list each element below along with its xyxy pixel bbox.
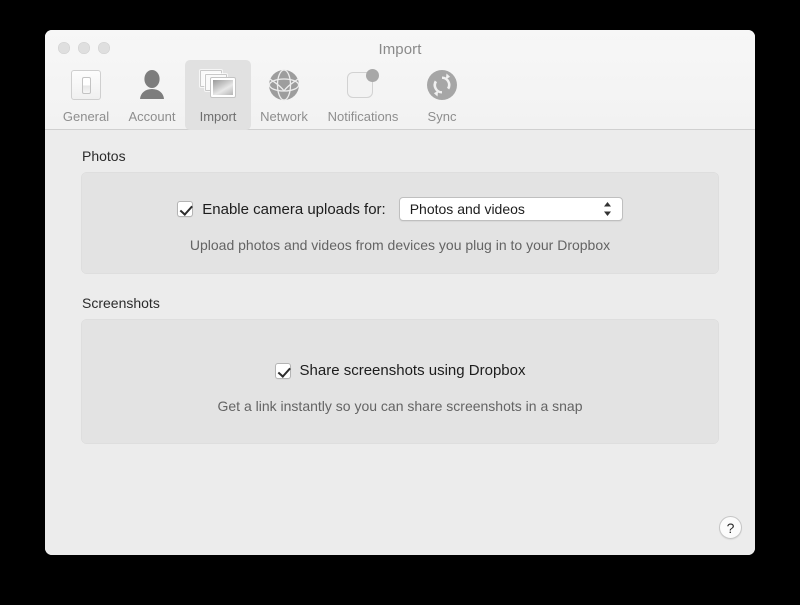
- section-title-screenshots: Screenshots: [82, 295, 160, 311]
- preferences-content: Photos Enable camera uploads for: Photos…: [45, 130, 755, 555]
- chevron-updown-icon: [602, 201, 613, 218]
- screenshots-hint-text: Get a link instantly so you can share sc…: [217, 398, 583, 414]
- toolbar-label-account: Account: [128, 109, 176, 124]
- camera-uploads-label: Enable camera uploads for:: [202, 200, 386, 218]
- share-screenshots-label: Share screenshots using Dropbox: [299, 362, 526, 379]
- preferences-window: Import General Account Import Network No…: [45, 30, 755, 555]
- toolbar-item-account[interactable]: Account: [119, 60, 185, 128]
- help-button[interactable]: ?: [719, 516, 742, 539]
- toolbar-label-general: General: [62, 109, 110, 124]
- window-title: Import: [378, 41, 422, 58]
- light-switch-icon: [71, 66, 101, 104]
- toolbar-item-import[interactable]: Import: [185, 60, 251, 130]
- screenshots-group-box: Share screenshots using Dropbox Get a li…: [81, 319, 719, 444]
- toolbar-item-network[interactable]: Network: [251, 60, 317, 128]
- camera-uploads-popup-button[interactable]: Photos and videos: [398, 197, 623, 221]
- share-screenshots-checkbox[interactable]: [274, 362, 291, 379]
- toolbar-label-sync: Sync: [427, 109, 457, 124]
- toolbar-label-import: Import: [199, 109, 237, 124]
- globe-icon: [268, 66, 300, 104]
- toolbar-label-notifications: Notifications: [327, 109, 399, 124]
- section-title-photos: Photos: [82, 148, 126, 164]
- camera-uploads-checkbox[interactable]: [177, 201, 194, 217]
- toolbar-label-network: Network: [260, 109, 308, 124]
- person-icon: [135, 66, 169, 104]
- toolbar-item-sync[interactable]: Sync: [409, 60, 475, 128]
- photos-hint-text: Upload photos and videos from devices yo…: [189, 237, 611, 253]
- badge-square-icon: [347, 66, 379, 104]
- preferences-toolbar: General Account Import Network Notificat…: [53, 60, 475, 130]
- window-titlebar: Import General Account Import Network No…: [45, 30, 755, 130]
- photo-stack-icon: [200, 66, 236, 104]
- desktop-background: Import General Account Import Network No…: [0, 0, 800, 605]
- camera-uploads-row: Enable camera uploads for: Photos and vi…: [81, 197, 719, 221]
- toolbar-item-notifications[interactable]: Notifications: [317, 60, 409, 128]
- photos-group-box: Enable camera uploads for: Photos and vi…: [81, 172, 719, 274]
- toolbar-item-general[interactable]: General: [53, 60, 119, 128]
- refresh-icon: [426, 66, 458, 104]
- camera-uploads-popup-value: Photos and videos: [409, 201, 525, 217]
- share-screenshots-row: Share screenshots using Dropbox: [81, 362, 719, 379]
